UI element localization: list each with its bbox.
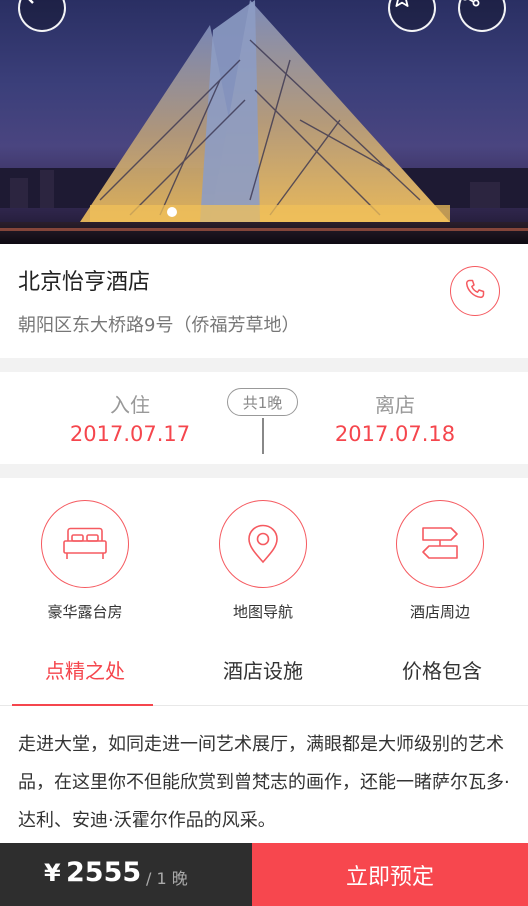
tab-price-includes[interactable]: 价格包含 xyxy=(357,655,527,684)
price-value: 2555 xyxy=(66,857,142,888)
description-text: 走进大堂，如同走进一间艺术展厅，满眼都是大师级别的艺术品，在这里你不但能欣赏到曾… xyxy=(18,734,510,831)
checkout-date[interactable]: 2017.07.18 xyxy=(315,422,475,446)
carousel-dot-active[interactable] xyxy=(167,207,177,217)
feature-map[interactable]: 地图导航 xyxy=(203,500,323,622)
map-pin-icon xyxy=(219,500,307,588)
price-display: ¥ 2555 / 1 晚 xyxy=(0,843,252,906)
signpost-icon xyxy=(396,500,484,588)
bed-icon xyxy=(41,500,129,588)
feature-room[interactable]: 豪华露台房 xyxy=(25,500,145,622)
feature-nearby-label: 酒店周边 xyxy=(409,603,470,621)
feature-shortcuts: 豪华露台房 地图导航 酒店周边 xyxy=(0,478,528,638)
booking-bar: ¥ 2555 / 1 晚 立即预定 xyxy=(0,843,528,906)
price-unit: / 1 晚 xyxy=(146,869,188,888)
hotel-info-card: 北京怡亨酒店 朝阳区东大桥路9号（侨福芳草地） xyxy=(0,244,528,358)
price-currency: ¥ xyxy=(44,859,61,887)
tab-highlights[interactable]: 点精之处 xyxy=(0,655,170,684)
section-divider xyxy=(0,358,528,372)
hotel-name: 北京怡亨酒店 xyxy=(18,270,151,295)
checkout-label: 离店 xyxy=(375,393,415,417)
nights-badge: 共1晚 xyxy=(227,388,298,416)
dates-divider xyxy=(262,418,264,454)
detail-tabs: 点精之处 酒店设施 价格包含 xyxy=(0,638,528,706)
feature-nearby[interactable]: 酒店周边 xyxy=(380,500,500,622)
call-button[interactable] xyxy=(450,266,500,316)
active-tab-indicator xyxy=(12,704,153,706)
tab-facilities[interactable]: 酒店设施 xyxy=(178,655,348,684)
checkin-label: 入住 xyxy=(110,393,150,417)
checkin-date[interactable]: 2017.07.17 xyxy=(50,422,210,446)
feature-map-label: 地图导航 xyxy=(232,603,293,621)
phone-icon xyxy=(463,277,487,305)
hotel-building-photo xyxy=(0,0,528,244)
hero-image xyxy=(0,0,528,244)
book-now-button[interactable]: 立即预定 xyxy=(252,843,528,906)
section-divider xyxy=(0,464,528,478)
stay-dates[interactable]: 入住 2017.07.17 共1晚 离店 2017.07.18 xyxy=(0,372,528,464)
hotel-address: 朝阳区东大桥路9号（侨福芳草地） xyxy=(18,315,300,336)
feature-room-label: 豪华露台房 xyxy=(47,603,123,621)
